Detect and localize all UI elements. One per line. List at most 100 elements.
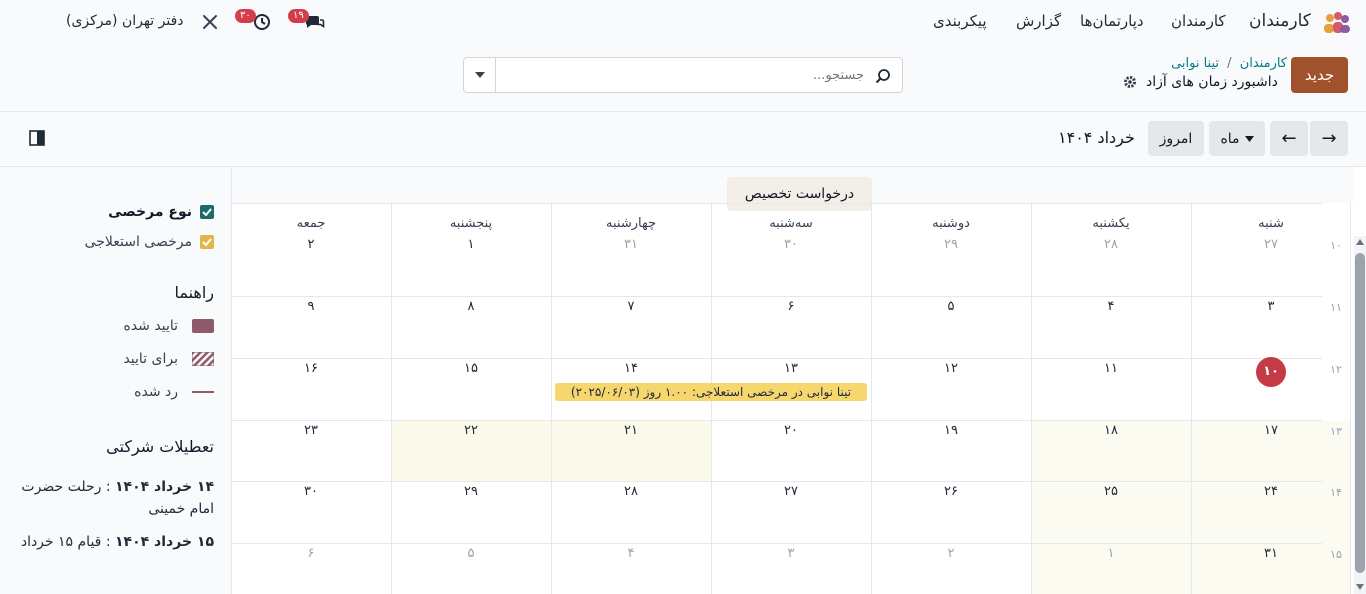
to-approve-hatched-icon	[192, 352, 214, 366]
holiday-date: ۱۴ خرداد ۱۴۰۴	[115, 479, 214, 495]
holiday-item: ۱۴ خرداد ۱۴۰۴ : رحلت حضرت امام خمینی	[20, 476, 214, 520]
date-cell[interactable]: ۲۴	[1191, 484, 1351, 499]
date-cell[interactable]: ۱۱	[1031, 361, 1191, 376]
date-cell[interactable]: ۲۵	[1031, 484, 1191, 499]
weekday-header: دوشنبه	[932, 216, 970, 231]
today-button[interactable]: امروز	[1148, 121, 1204, 156]
date-cell[interactable]: ۲۷	[711, 484, 871, 499]
weekday-header: پنجشنبه	[449, 216, 493, 231]
breadcrumb-employee[interactable]: تینا نوابی	[1171, 56, 1219, 71]
date-cell[interactable]: ۲۰	[711, 423, 871, 438]
chat-badge: ۱۹	[288, 9, 309, 23]
date-cell[interactable]: ۱	[1031, 546, 1191, 561]
date-cell[interactable]: ۲۷	[1191, 237, 1351, 252]
filter-label: مرخصی استعلاجی	[84, 234, 192, 250]
holiday-date: ۱۵ خرداد ۱۴۰۴	[115, 534, 214, 550]
grid-column-line	[231, 203, 232, 594]
date-cell[interactable]: ۲۸	[551, 484, 711, 499]
new-button[interactable]: جدید	[1291, 57, 1348, 93]
date-cell[interactable]: ۳۰	[711, 237, 871, 252]
legend-refused: رد شده	[134, 384, 214, 400]
date-cell[interactable]: ۱۹	[871, 423, 1031, 438]
legend-label: برای تایید	[123, 351, 178, 367]
checkbox-checked-icon[interactable]	[200, 205, 214, 219]
date-cell[interactable]: ۲۶	[871, 484, 1031, 499]
week-shaded-cells	[1191, 421, 1351, 594]
date-cell[interactable]: ۴	[1031, 299, 1191, 314]
weekday-header: چهارشنبه	[606, 216, 656, 231]
weekday-header: یکشنبه	[1092, 216, 1130, 231]
leave-event[interactable]: تینا نوابی در مرخصی استعلاجی: ۱.۰۰ روز (…	[555, 383, 867, 401]
date-cell[interactable]: ۱۳	[711, 361, 871, 376]
calendar-grid	[232, 167, 1354, 594]
legend-approved: تایید شده	[124, 318, 214, 334]
date-cell[interactable]: ۲۹	[391, 484, 551, 499]
scrollbar-track[interactable]	[1354, 236, 1366, 594]
scrollbar-thumb[interactable]	[1355, 253, 1365, 573]
date-cell[interactable]: ۵	[391, 546, 551, 561]
date-cell[interactable]: ۹	[231, 299, 391, 314]
menu-employees[interactable]: کارمندان	[1171, 12, 1226, 30]
date-cell[interactable]: ۴	[551, 546, 711, 561]
date-cell[interactable]: ۱۶	[231, 361, 391, 376]
date-cell[interactable]: ۵	[871, 299, 1031, 314]
grid-row-line	[232, 358, 1322, 359]
company-holidays-title: تعطیلات شرکتی	[106, 437, 214, 456]
date-cell[interactable]: ۱۷	[1191, 423, 1351, 438]
checkbox-checked-icon[interactable]	[200, 235, 214, 249]
menu-reporting[interactable]: گزارش	[1016, 12, 1061, 30]
search-icon[interactable]	[875, 68, 891, 84]
filter-sick-leave[interactable]: مرخصی استعلاجی	[85, 234, 214, 250]
grid-column-line	[871, 203, 872, 594]
date-cell[interactable]: ۲۹	[871, 237, 1031, 252]
date-cell[interactable]: ۳۱	[551, 237, 711, 252]
filter-leave-type[interactable]: نوع مرخصی	[108, 204, 214, 220]
gear-icon[interactable]	[1123, 75, 1137, 89]
company-switcher[interactable]: دفتر تهران (مرکزی)	[66, 13, 184, 29]
scroll-down-arrow-icon[interactable]	[1356, 584, 1364, 590]
date-cell[interactable]: ۲۳	[231, 423, 391, 438]
date-cell[interactable]: ۲۲	[391, 423, 551, 438]
date-cell[interactable]: ۱۲	[871, 361, 1031, 376]
search-input[interactable]	[504, 62, 864, 88]
employees-app-icon[interactable]	[1322, 11, 1352, 35]
legend-to-approve: برای تایید	[123, 351, 214, 367]
weekday-header: سه‌شنبه	[769, 216, 813, 231]
date-cell[interactable]: ۳	[1191, 299, 1351, 314]
date-cell[interactable]: ۱	[391, 237, 551, 252]
menu-configuration[interactable]: پیکربندی	[933, 12, 987, 30]
today-date-cell[interactable]: ۱۰	[1191, 364, 1351, 379]
date-cell[interactable]: ۶	[711, 299, 871, 314]
date-cell[interactable]: ۲۱	[551, 423, 711, 438]
app-name[interactable]: کارمندان	[1249, 11, 1311, 31]
date-cell[interactable]: ۶	[231, 546, 391, 561]
scale-dropdown[interactable]: ماه	[1209, 121, 1265, 156]
date-cell[interactable]: ۳۰	[231, 484, 391, 499]
holiday-separator: :	[105, 534, 111, 550]
breadcrumb-root[interactable]: کارمندان	[1240, 56, 1287, 71]
date-cell[interactable]: ۱۴	[551, 361, 711, 376]
next-button[interactable]: →	[1310, 121, 1348, 156]
date-cell[interactable]: ۲	[871, 546, 1031, 561]
grid-column-line	[1191, 203, 1192, 594]
top-navbar: کارمندان کارمندان دپارتمان‌ها گزارش پیکر…	[0, 0, 1366, 46]
search-options-toggle[interactable]	[464, 58, 496, 92]
date-cell[interactable]: ۳	[711, 546, 871, 561]
date-cell[interactable]: ۱۸	[1031, 423, 1191, 438]
scroll-up-arrow-icon[interactable]	[1356, 239, 1364, 245]
request-allocation-button[interactable]: درخواست تخصیص	[727, 177, 872, 211]
previous-button[interactable]: ←	[1270, 121, 1308, 156]
menu-departments[interactable]: دپارتمان‌ها	[1080, 12, 1144, 30]
filter-label: نوع مرخصی	[108, 204, 192, 220]
grid-column-line	[551, 203, 552, 594]
date-cell[interactable]: ۱۵	[391, 361, 551, 376]
settings-tools-icon[interactable]	[201, 13, 219, 31]
sidebar-toggle-icon[interactable]	[29, 130, 45, 146]
date-cell[interactable]: ۷	[551, 299, 711, 314]
date-cell[interactable]: ۳۱	[1191, 546, 1351, 561]
grid-column-line	[1031, 203, 1032, 594]
date-cell[interactable]: ۲	[231, 237, 391, 252]
date-cell[interactable]: ۲۸	[1031, 237, 1191, 252]
date-cell[interactable]: ۸	[391, 299, 551, 314]
period-label: خرداد ۱۴۰۴	[1058, 128, 1135, 147]
